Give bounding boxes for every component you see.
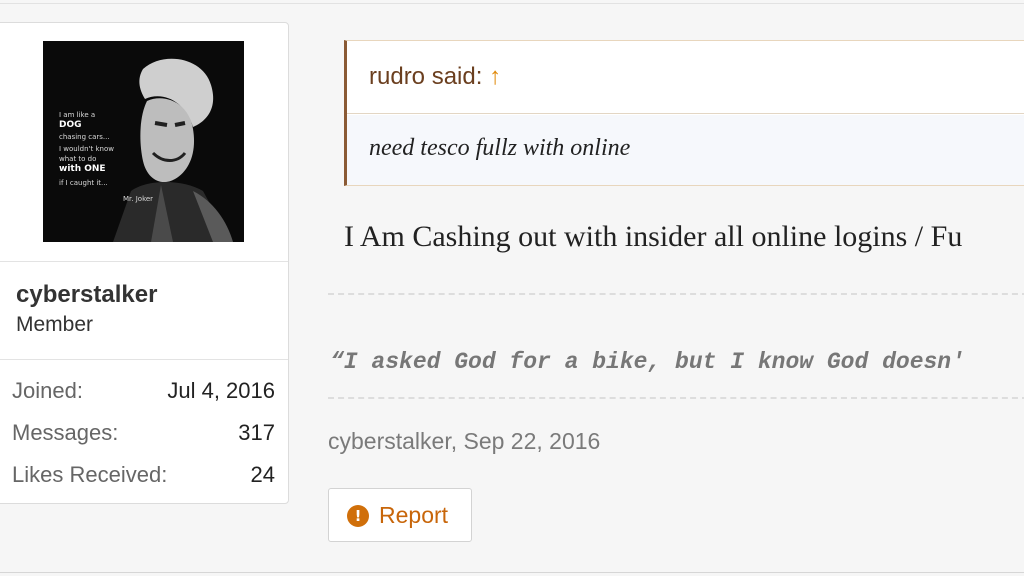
signature-divider [328,293,1024,295]
post-signature: “I asked God for a bike, but I know God … [330,349,965,375]
quote-block: rudro said: ↑ need tesco fullz with onli… [344,40,1024,186]
quote-author[interactable]: rudro said: ↑ [369,63,501,91]
quote-body: need tesco fullz with online [347,115,1024,185]
quote-text: need tesco fullz with online [369,135,631,161]
stat-label: Likes Received: [12,462,168,487]
avatar-caption: DOG [59,120,82,130]
avatar-caption: I am like a [59,111,96,119]
stat-value[interactable]: 317 [238,420,275,446]
avatar-caption: what to do [59,155,97,163]
post-meta[interactable]: cyberstalker, Sep 22, 2016 [328,428,600,455]
post-message: I Am Cashing out with insider all online… [344,220,963,253]
avatar-caption: I wouldn't know [59,145,114,153]
user-card-divider [0,261,288,262]
avatar-caption: with ONE [59,164,106,174]
report-button[interactable]: ! Report [328,488,472,542]
user-card-divider [0,359,288,360]
forum-post: I am like a DOG chasing cars... I wouldn… [0,0,1024,576]
bottom-divider [0,572,1024,573]
quote-header: rudro said: ↑ [347,41,1024,114]
user-card: I am like a DOG chasing cars... I wouldn… [0,22,289,504]
report-button-label: Report [379,502,449,528]
signature-divider [328,397,1024,399]
stat-label: Joined: [12,378,83,403]
jump-to-quote-icon[interactable]: ↑ [489,63,501,90]
user-title: Member [16,313,94,336]
username[interactable]: cyberstalker [16,281,157,309]
stat-value: Jul 4, 2016 [167,378,275,403]
avatar-caption: Mr. Joker [123,195,154,203]
top-divider [0,3,1024,4]
warning-icon: ! [347,505,369,527]
avatar-caption: chasing cars... [59,133,110,141]
avatar-caption: if I caught it... [59,179,108,187]
avatar[interactable]: I am like a DOG chasing cars... I wouldn… [43,41,244,242]
quote-author-label: rudro said: [369,63,483,90]
stat-value: 24 [250,462,275,487]
stat-label: Messages: [12,420,119,445]
